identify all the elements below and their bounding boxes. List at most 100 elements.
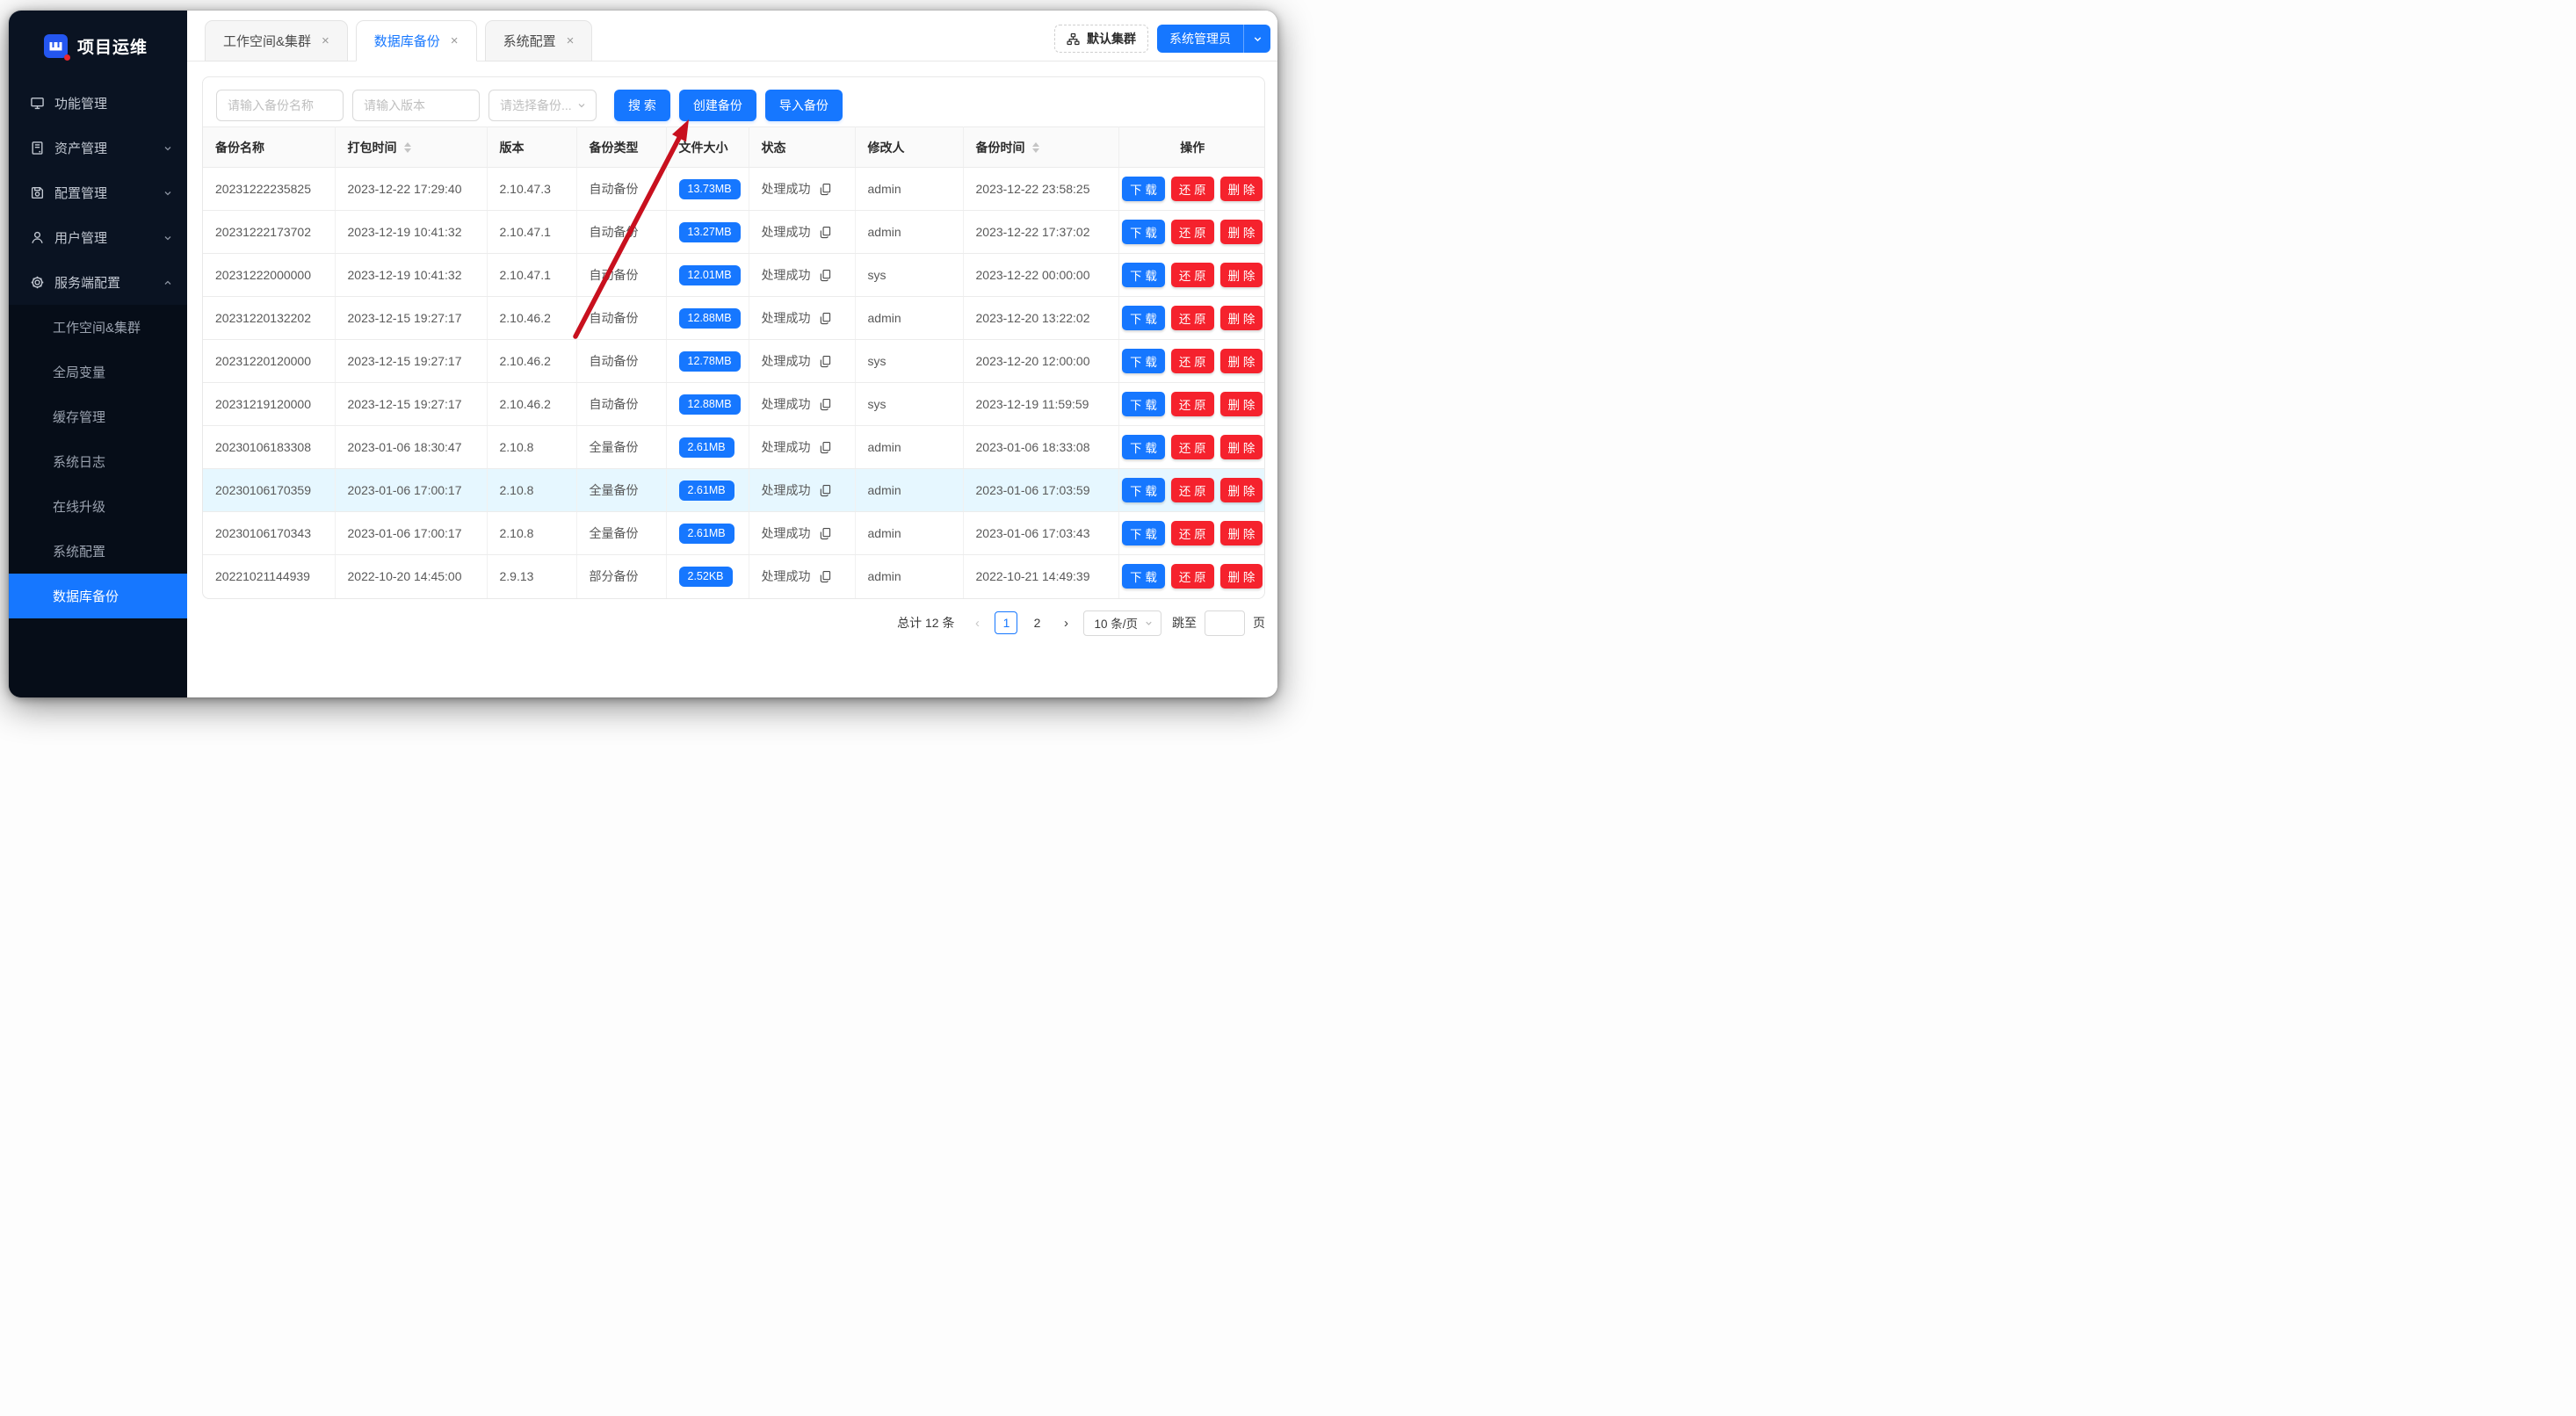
restore-button[interactable]: 还 原 xyxy=(1171,392,1214,416)
sidebar-subitem[interactable]: 在线升级 xyxy=(9,484,187,529)
restore-button[interactable]: 还 原 xyxy=(1171,478,1214,502)
filter-bar: 请选择备份... 搜 索 创建备份 导入备份 xyxy=(203,77,1264,126)
download-button[interactable]: 下 载 xyxy=(1122,263,1165,287)
cell-size: 12.78MB xyxy=(666,340,749,383)
table-row: 202210211449392022-10-20 14:45:002.9.13部… xyxy=(203,555,1265,598)
tab[interactable]: 系统配置 × xyxy=(485,20,593,61)
import-backup-button[interactable]: 导入备份 xyxy=(765,90,843,121)
page-size-select[interactable]: 10 条/页 xyxy=(1083,610,1161,636)
delete-button[interactable]: 删 除 xyxy=(1220,306,1263,330)
backup-type-select[interactable]: 请选择备份... xyxy=(488,90,597,121)
download-button[interactable]: 下 载 xyxy=(1122,349,1165,373)
delete-button[interactable]: 删 除 xyxy=(1220,435,1263,459)
column-header-pack_time[interactable]: 打包时间 xyxy=(335,127,487,168)
column-header-version: 版本 xyxy=(487,127,576,168)
cell-backup_time: 2023-01-06 17:03:43 xyxy=(963,512,1118,555)
download-button[interactable]: 下 载 xyxy=(1122,220,1165,244)
tab[interactable]: 数据库备份 × xyxy=(356,20,477,61)
next-page-button[interactable]: › xyxy=(1056,616,1075,631)
file-size-tag: 2.61MB xyxy=(679,437,734,458)
cell-backup_time: 2023-12-22 00:00:00 xyxy=(963,254,1118,297)
delete-button[interactable]: 删 除 xyxy=(1220,220,1263,244)
delete-button[interactable]: 删 除 xyxy=(1220,478,1263,502)
default-cluster-button[interactable]: 默认集群 xyxy=(1054,25,1148,53)
sidebar-item-label: 配置管理 xyxy=(54,184,163,202)
delete-button[interactable]: 删 除 xyxy=(1220,564,1263,589)
create-backup-button[interactable]: 创建备份 xyxy=(679,90,756,121)
sidebar-subitem[interactable]: 数据库备份 xyxy=(9,574,187,618)
sidebar-subitem[interactable]: 缓存管理 xyxy=(9,394,187,439)
copy-icon[interactable] xyxy=(819,398,832,411)
sidebar-item[interactable]: 配置管理 xyxy=(9,170,187,215)
copy-icon[interactable] xyxy=(819,269,832,282)
restore-button[interactable]: 还 原 xyxy=(1171,349,1214,373)
cell-modifier: admin xyxy=(855,426,963,469)
column-header-size: 文件大小 xyxy=(666,127,749,168)
copy-icon[interactable] xyxy=(819,355,832,368)
sidebar-item[interactable]: 用户管理 xyxy=(9,215,187,260)
column-header-backup_time[interactable]: 备份时间 xyxy=(963,127,1118,168)
copy-icon[interactable] xyxy=(819,226,832,239)
restore-button[interactable]: 还 原 xyxy=(1171,435,1214,459)
jump-page-input[interactable] xyxy=(1205,610,1245,636)
table-row: 202301061703432023-01-06 17:00:172.10.8全… xyxy=(203,512,1265,555)
copy-icon[interactable] xyxy=(819,441,832,454)
sidebar-subitem[interactable]: 系统日志 xyxy=(9,439,187,484)
cell-version: 2.10.47.1 xyxy=(487,254,576,297)
tab-close-icon[interactable]: × xyxy=(567,34,575,47)
download-button[interactable]: 下 载 xyxy=(1122,306,1165,330)
sidebar-subitem[interactable]: 工作空间&集群 xyxy=(9,305,187,350)
sidebar-subitem-label: 系统配置 xyxy=(53,542,105,560)
download-button[interactable]: 下 载 xyxy=(1122,478,1165,502)
prev-page-button[interactable]: ‹ xyxy=(967,616,987,631)
file-size-tag: 13.73MB xyxy=(679,179,741,199)
sidebar-item[interactable]: 功能管理 xyxy=(9,81,187,126)
download-button[interactable]: 下 载 xyxy=(1122,392,1165,416)
tab-close-icon[interactable]: × xyxy=(322,34,329,47)
user-label: 系统管理员 xyxy=(1157,30,1243,47)
download-button[interactable]: 下 载 xyxy=(1122,177,1165,201)
tab[interactable]: 工作空间&集群 × xyxy=(205,20,348,61)
delete-button[interactable]: 删 除 xyxy=(1220,177,1263,201)
sidebar-subitem[interactable]: 全局变量 xyxy=(9,350,187,394)
cell-modifier: admin xyxy=(855,211,963,254)
restore-button[interactable]: 还 原 xyxy=(1171,220,1214,244)
sidebar-item[interactable]: 服务端配置 xyxy=(9,260,187,305)
cell-status: 处理成功 xyxy=(749,469,855,512)
app-logo[interactable]: 项目运维 xyxy=(9,11,187,81)
delete-button[interactable]: 删 除 xyxy=(1220,349,1263,373)
restore-button[interactable]: 还 原 xyxy=(1171,177,1214,201)
cell-version: 2.10.8 xyxy=(487,426,576,469)
sidebar-item[interactable]: 资产管理 xyxy=(9,126,187,170)
restore-button[interactable]: 还 原 xyxy=(1171,306,1214,330)
delete-button[interactable]: 删 除 xyxy=(1220,521,1263,545)
copy-icon[interactable] xyxy=(819,484,832,497)
sort-carets[interactable] xyxy=(1032,142,1039,153)
backup-name-input[interactable] xyxy=(216,90,344,121)
delete-button[interactable]: 删 除 xyxy=(1220,263,1263,287)
sidebar-subitem[interactable]: 系统配置 xyxy=(9,529,187,574)
column-header-type: 备份类型 xyxy=(576,127,666,168)
page-number-2[interactable]: 2 xyxy=(1025,611,1048,634)
status-text: 处理成功 xyxy=(762,481,811,499)
open-tabs: 工作空间&集群 ×数据库备份 ×系统配置 × xyxy=(205,20,592,61)
copy-icon[interactable] xyxy=(819,570,832,583)
tab-close-icon[interactable]: × xyxy=(451,34,459,47)
restore-button[interactable]: 还 原 xyxy=(1171,564,1214,589)
search-button[interactable]: 搜 索 xyxy=(614,90,670,121)
copy-icon[interactable] xyxy=(819,312,832,325)
user-menu-button[interactable]: 系统管理员 xyxy=(1157,25,1270,53)
download-button[interactable]: 下 载 xyxy=(1122,521,1165,545)
download-button[interactable]: 下 载 xyxy=(1122,435,1165,459)
copy-icon[interactable] xyxy=(819,527,832,540)
copy-icon[interactable] xyxy=(819,183,832,196)
restore-button[interactable]: 还 原 xyxy=(1171,263,1214,287)
delete-button[interactable]: 删 除 xyxy=(1220,392,1263,416)
cell-name: 20231220120000 xyxy=(203,340,335,383)
version-input[interactable] xyxy=(352,90,480,121)
download-button[interactable]: 下 载 xyxy=(1122,564,1165,589)
page-number-1[interactable]: 1 xyxy=(995,611,1017,634)
restore-button[interactable]: 还 原 xyxy=(1171,521,1214,545)
table-row: 202301061833082023-01-06 18:30:472.10.8全… xyxy=(203,426,1265,469)
sort-carets[interactable] xyxy=(404,142,411,153)
